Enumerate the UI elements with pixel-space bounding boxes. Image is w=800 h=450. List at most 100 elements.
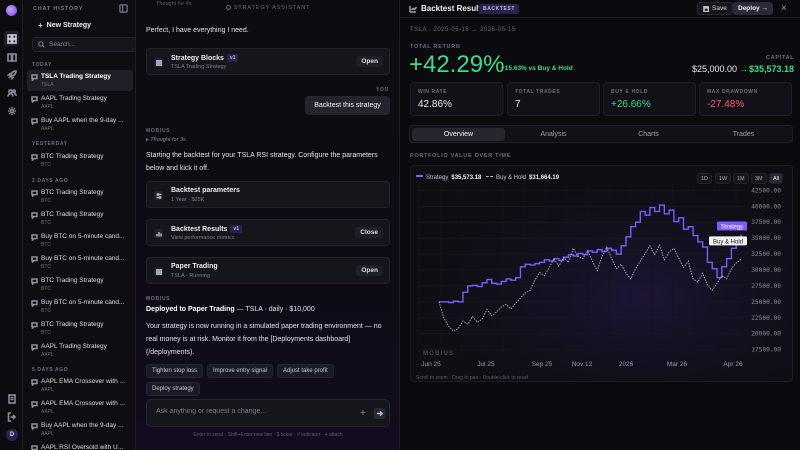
x-tick-label: 2026	[619, 361, 634, 368]
open-paper-trading-button[interactable]: Open	[356, 265, 383, 276]
deployed-message: Deployed to Paper Trading — TSLA · daily…	[146, 306, 315, 313]
history-item-ticker: BTC	[41, 264, 51, 270]
search-icon	[38, 41, 45, 48]
history-item-title: BTC Trading Strategy	[41, 277, 104, 284]
message-input[interactable]	[156, 408, 356, 421]
composer-hint: Enter to send · Shift+Enter new line · $…	[193, 432, 343, 438]
history-item-ticker: BTC	[41, 198, 51, 204]
stat-card: BUY & HOLD +26.66%	[603, 82, 696, 116]
search-input[interactable]	[49, 41, 135, 48]
chat-bubble-icon	[31, 344, 38, 352]
save-button[interactable]: Save	[697, 2, 733, 15]
history-item[interactable]: BTC Trading Strategy BTC	[27, 186, 133, 207]
rocket-icon[interactable]	[4, 67, 19, 82]
stat-label: WIN RATE	[418, 89, 448, 95]
chat-bubble-icon	[31, 212, 38, 220]
chat-bubble-icon	[31, 401, 38, 409]
range-button-3m[interactable]: 3M	[751, 173, 767, 184]
tab-charts[interactable]: Charts	[602, 128, 695, 141]
new-strategy-button[interactable]: + New Strategy	[32, 17, 128, 33]
range-button-1w[interactable]: 1W	[715, 173, 732, 184]
chat-bubble-icon	[31, 96, 38, 104]
history-item-ticker: AAPL	[41, 409, 54, 415]
legend-buy-hold: Buy & Hold $31,664.19	[486, 175, 559, 181]
history-item[interactable]: AAPL EMA Crossover with ... AAPL	[27, 397, 133, 418]
capital-start: $25,000.00	[692, 64, 738, 74]
chat-bubble-icon	[31, 190, 38, 198]
suggestion-chip[interactable]: Tighten stop loss	[146, 364, 204, 378]
portfolio-chart[interactable]: 17500.00 20000.00 22500.00 25000.00 27500.00…	[410, 165, 793, 382]
paper-trading-card[interactable]: Paper Trading TSLA · Running Open	[146, 257, 390, 284]
thought-toggle[interactable]: ▸ Thought for 3s	[146, 137, 186, 143]
attach-icon[interactable]: +	[360, 408, 366, 419]
history-item[interactable]: Buy BTC on 5-minute cand... BTC	[27, 252, 133, 273]
y-tick-label: 37500.00	[751, 219, 781, 226]
suggestion-chip[interactable]: Adjust take profit	[277, 364, 334, 378]
history-item[interactable]: Buy AAPL when the 9-day ... AAPL	[27, 419, 133, 440]
history-item-ticker: AAPL	[41, 126, 54, 132]
app-logo[interactable]	[6, 5, 17, 16]
dashboard-icon[interactable]	[4, 31, 19, 46]
backtest-parameters-card[interactable]: Backtest parameters 1 Year · $25K	[146, 181, 390, 208]
chat-bubble-icon	[31, 278, 38, 286]
legend-swatch	[486, 176, 493, 177]
card-subtitle: 1 Year · $25K	[171, 197, 205, 203]
assistant-message: Perfect, I have everything I need.	[146, 27, 249, 34]
stat-card: TOTAL TRADES 7	[507, 82, 600, 116]
history-item[interactable]: BTC Trading Strategy BTC	[27, 150, 133, 171]
history-group-label: 2 DAYS AGO	[32, 178, 69, 184]
history-item-title: Buy BTC on 5-minute cand...	[41, 255, 125, 262]
settings-icon[interactable]	[4, 103, 19, 118]
history-item[interactable]: Buy BTC on 5-minute cand... BTC	[27, 296, 133, 317]
tab-trades[interactable]: Trades	[697, 128, 790, 141]
backtest-results-card[interactable]: Backtest Results v1 View performance metr…	[146, 219, 390, 246]
history-item[interactable]: AAPL EMA Crossover with ... AAPL	[27, 375, 133, 396]
sidebar-search[interactable]	[32, 37, 135, 52]
history-item-ticker: AAPL	[41, 104, 54, 110]
tab-analysis[interactable]: Analysis	[507, 128, 600, 141]
history-item[interactable]: TSLA Trading Strategy TSLA	[27, 70, 133, 91]
stat-label: BUY & HOLD	[611, 89, 649, 95]
y-tick-label: 27500.00	[751, 283, 781, 290]
user-role-label: YOU	[376, 87, 389, 93]
stat-value: 7	[515, 99, 521, 110]
chat-bubble-icon	[31, 445, 38, 450]
avatar[interactable]: D	[6, 429, 18, 441]
users-icon[interactable]	[4, 85, 19, 100]
x-tick-label: Jul 25	[477, 361, 495, 368]
deploy-button[interactable]: Deploy →	[733, 2, 773, 15]
history-item[interactable]: AAPL Trading Strategy AAPL	[27, 92, 133, 113]
tab-overview[interactable]: Overview	[412, 128, 505, 141]
stat-value: +26.66%	[611, 99, 651, 110]
stat-value: -27.48%	[707, 99, 745, 110]
close-results-button[interactable]: Close	[355, 227, 383, 238]
history-item[interactable]: BTC Trading Strategy BTC	[27, 274, 133, 295]
book-icon[interactable]	[4, 49, 19, 64]
card-title: Backtest parameters	[171, 187, 240, 194]
history-item[interactable]: BTC Trading Strategy BTC	[27, 318, 133, 339]
history-item[interactable]: Buy BTC on 5-minute cand... BTC	[27, 230, 133, 251]
send-button[interactable]	[374, 408, 385, 419]
chart-icon	[409, 5, 418, 13]
suggestion-chip[interactable]: Improve entry signal	[207, 364, 274, 378]
range-button-1m[interactable]: 1M	[733, 173, 749, 184]
suggestion-chip[interactable]: Deploy strategy	[146, 382, 200, 396]
pane-toolbar: Backtest Results BACKTEST Save Deploy → …	[400, 0, 800, 18]
range-button-1d[interactable]: 1D	[697, 173, 713, 184]
open-blocks-button[interactable]: Open	[356, 56, 383, 67]
history-item[interactable]: AAPL Trading Strategy AAPL	[27, 340, 133, 361]
collapse-sidebar-icon[interactable]	[119, 4, 129, 14]
chat-bubble-icon	[31, 322, 38, 330]
range-button-all[interactable]: All	[769, 173, 784, 184]
close-icon[interactable]: ×	[781, 3, 787, 14]
history-item[interactable]: Buy AAPL when the 9-day ... AAPL	[27, 114, 133, 135]
stat-label: TOTAL TRADES	[515, 89, 561, 95]
docs-icon[interactable]	[4, 391, 19, 406]
logout-icon[interactable]	[4, 409, 19, 424]
x-tick-label: Jun 25	[421, 361, 441, 368]
history-item[interactable]: BTC Trading Strategy BTC	[27, 208, 133, 229]
y-tick-label: 22500.00	[751, 315, 781, 322]
strategy-blocks-card[interactable]: Strategy Blocks v1 TSLA Trading Strategy …	[146, 48, 390, 75]
history-item[interactable]: AAPL RSI Oversold with U...AAPL	[27, 441, 133, 450]
portfolio-chart-label: PORTFOLIO VALUE OVER TIME	[410, 153, 512, 159]
